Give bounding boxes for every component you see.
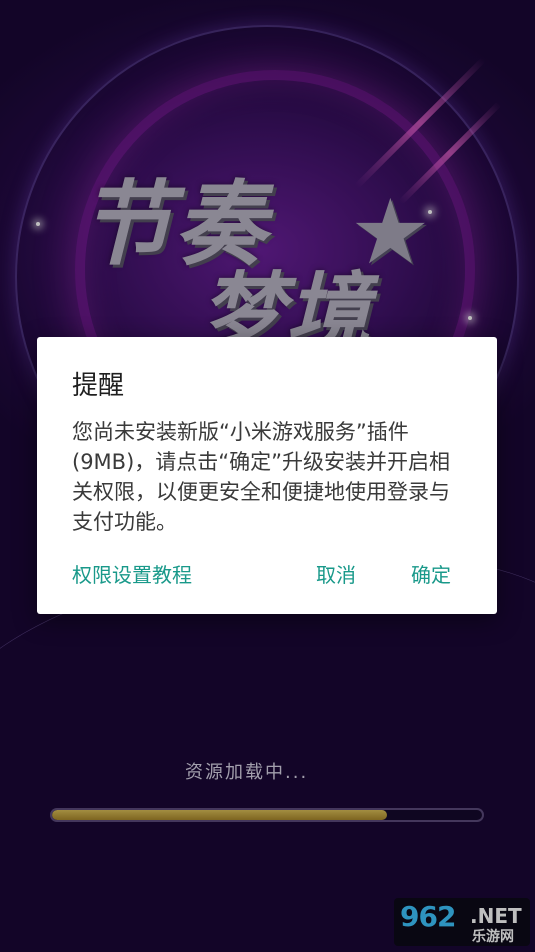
reminder-dialog: 提醒 您尚未安装新版“小米游戏服务”插件(9MB)，请点击“确定”升级安装并开启… <box>37 337 497 614</box>
permission-tutorial-button[interactable]: 权限设置教程 <box>72 559 192 588</box>
confirm-button[interactable]: 确定 <box>411 559 451 588</box>
cancel-button[interactable]: 取消 <box>316 559 356 588</box>
dialog-title: 提醒 <box>72 371 125 401</box>
game-splash-screen: 节奏 ★ 梦境 资源加载中... 962 .NET 乐游网 提醒 您尚未安装新版… <box>0 0 535 952</box>
dialog-message: 您尚未安装新版“小米游戏服务”插件(9MB)，请点击“确定”升级安装并开启相关权… <box>72 420 451 534</box>
